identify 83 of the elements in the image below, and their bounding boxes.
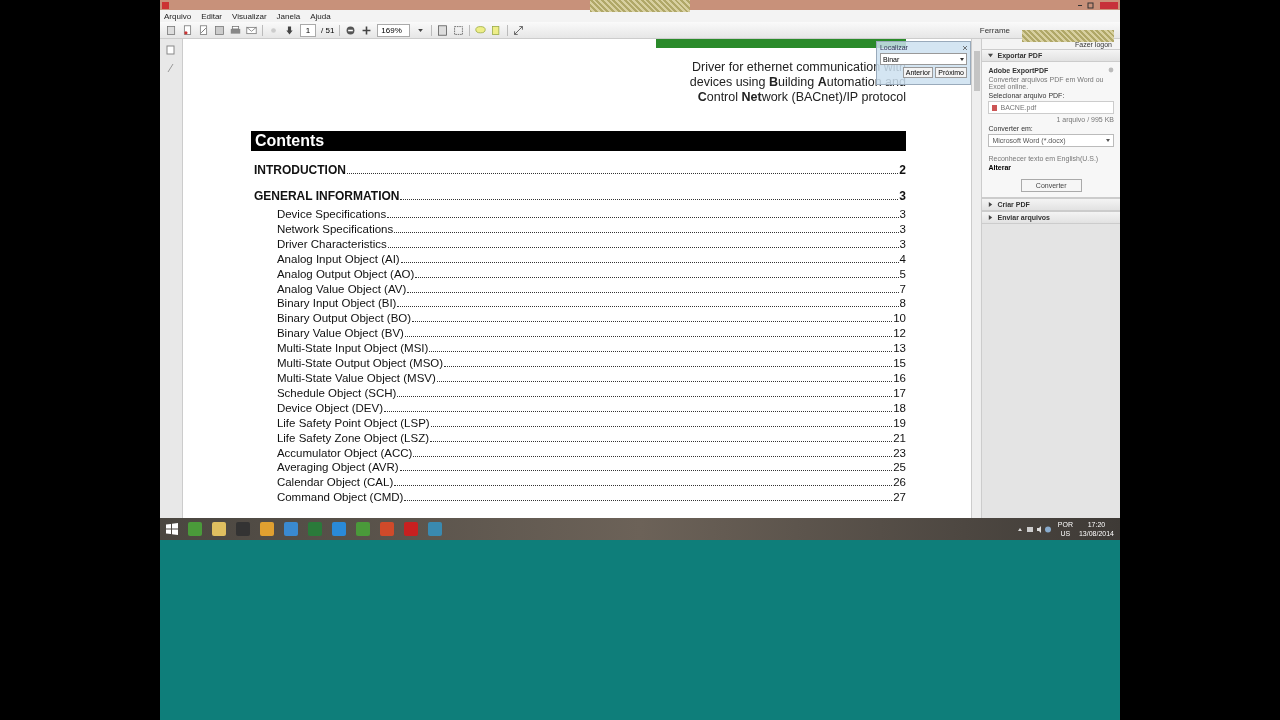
menu-item[interactable]: Visualizar [232,11,267,21]
app-logo-icon [162,1,169,9]
window-controls-icon[interactable] [1078,1,1118,9]
toc-page: 16 [893,370,906,386]
sign-icon[interactable] [491,24,503,36]
mail-icon[interactable] [246,24,257,36]
toc-page: 4 [899,251,906,267]
save-icon[interactable] [214,24,225,36]
fit-page-icon[interactable] [437,24,449,36]
toc-page: 7 [899,281,906,297]
toc-title[interactable]: Network Specifications [276,221,394,237]
toc-title[interactable]: Multi-State Value Object (MSV) [276,370,436,386]
toc-page: 12 [893,326,906,342]
toc-title[interactable]: Device Specifications [276,207,387,222]
toc-title[interactable]: GENERAL INFORMATION [253,189,400,203]
scrollbar-thumb[interactable] [973,51,980,91]
gear-icon[interactable] [1108,67,1114,73]
menu-item[interactable]: Ajuda [310,11,331,21]
toc-title[interactable]: Binary Value Object (BV) [276,326,404,342]
zoom-out-icon[interactable] [345,24,357,36]
toc-page: 26 [893,475,906,491]
print-icon[interactable] [230,24,241,36]
comment-icon[interactable] [475,24,487,36]
windows-logo-icon[interactable] [166,523,178,535]
toc-page: 19 [893,415,906,431]
triangle-icon[interactable] [988,53,994,58]
toc-title[interactable]: Analog Input Object (AI) [276,251,400,267]
toc-title[interactable]: Multi-State Output Object (MSO) [276,356,444,371]
toc-title[interactable]: Accumulator Object (ACC) [276,445,413,461]
zoom-field[interactable]: 169% [377,23,411,37]
menu-item[interactable]: Janela [276,11,301,21]
toc-page: 27 [893,490,906,506]
toc-page: 17 [893,385,906,401]
pages-icon[interactable] [166,45,176,55]
toc-title[interactable]: Command Object (CMD) [276,490,404,506]
toc-title[interactable]: Binary Input Object (BI) [276,296,397,312]
menu-item[interactable]: Arquivo [164,11,192,21]
caret-icon[interactable] [959,57,964,61]
create-icon[interactable] [166,24,177,36]
toc-page: 3 [899,221,906,237]
caret-icon[interactable] [1106,139,1110,142]
tools-tab[interactable]: Ferrame [979,25,1010,35]
toc-title[interactable]: Life Safety Zone Object (LSZ) [276,430,430,446]
page-field[interactable]: 1 [300,23,316,37]
toc-page: 5 [899,266,906,282]
fit-width-icon[interactable] [453,24,465,36]
toc-title[interactable]: INTRODUCTION [253,163,346,177]
contents-heading: Contents [250,131,906,151]
toc-page: 10 [893,311,906,327]
toc-page: 23 [893,445,906,461]
toc-title[interactable]: Driver Characteristics [276,236,387,252]
edit-icon[interactable] [198,24,209,36]
toc-page: 3 [899,236,906,252]
toc-title[interactable]: Analog Output Object (AO) [276,266,415,282]
toc-page: 18 [893,400,906,416]
toc-title[interactable]: Binary Output Object (BO) [276,311,412,327]
toc-title[interactable]: Calendar Object (CAL) [276,475,394,491]
toc-page: 3 [899,207,906,222]
toc-page: 25 [893,460,906,476]
toc-title[interactable]: Analog Value Object (AV) [276,281,407,297]
intro-line: Control Network (BACnet)/IP protocol [696,90,906,105]
zoom-in-icon[interactable] [361,24,373,36]
triangle-icon[interactable] [988,215,994,220]
toc-page: 3 [899,189,906,203]
page-count: / 51 [321,25,335,35]
document-icon[interactable] [182,24,193,36]
triangle-icon[interactable] [988,202,994,207]
file-icon [992,104,998,111]
close-icon[interactable] [962,45,967,50]
toc-title[interactable]: Life Safety Point Object (LSP) [276,415,430,431]
toc-page: 15 [893,356,906,371]
arrow-down-icon[interactable] [284,24,295,36]
toc-page: 8 [899,296,906,312]
toc-page: 2 [899,163,906,177]
toc-title[interactable]: Averaging Object (AVR) [276,460,399,476]
toc-title[interactable]: Schedule Object (SCH) [276,385,397,401]
tray-icons[interactable] [1017,525,1052,533]
toc-title[interactable]: Multi-State Input Object (MSI) [276,341,429,357]
expand-icon[interactable] [513,24,525,36]
menu-item[interactable]: Editar [201,11,223,21]
toc-title[interactable]: Device Object (DEV) [276,400,383,416]
toc-page: 13 [893,341,906,357]
toc-page: 21 [893,430,906,446]
